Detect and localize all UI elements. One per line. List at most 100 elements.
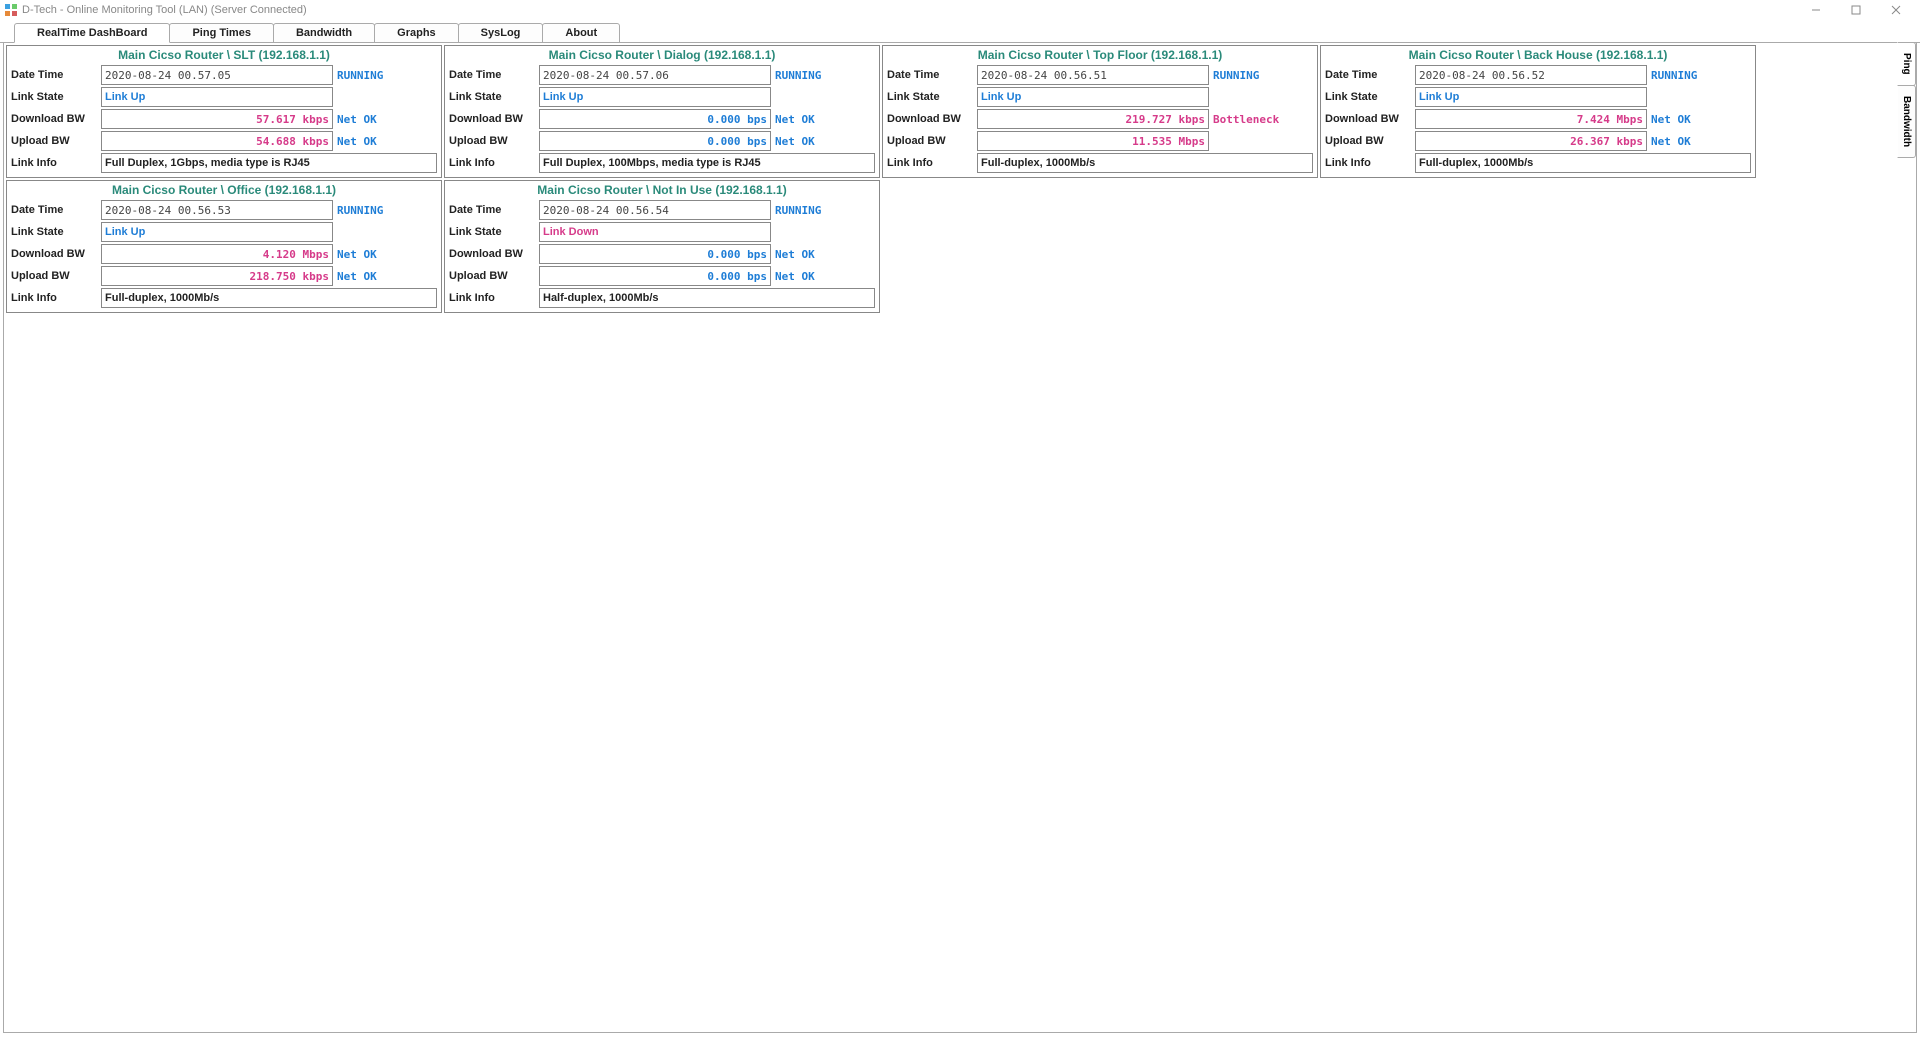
sidetab-bandwidth[interactable]: Bandwidth xyxy=(1897,85,1916,158)
monitor-panel: Main Cicso Router \ Dialog (192.168.1.1)… xyxy=(444,45,880,178)
window-title: D-Tech - Online Monitoring Tool (LAN) (S… xyxy=(22,4,307,16)
panel-title: Main Cicso Router \ Top Floor (192.168.1… xyxy=(883,46,1317,64)
value-downloadbw: 0.000 bps xyxy=(539,109,771,129)
label-datetime: Date Time xyxy=(887,69,973,81)
side-tabbar: Ping Bandwidth xyxy=(1897,42,1916,157)
label-uploadbw: Upload BW xyxy=(11,270,97,282)
status-running: RUNNING xyxy=(775,204,869,217)
monitor-panel: Main Cicso Router \ Back House (192.168.… xyxy=(1320,45,1756,178)
value-downloadbw: 57.617 kbps xyxy=(101,109,333,129)
monitor-panel: Main Cicso Router \ Top Floor (192.168.1… xyxy=(882,45,1318,178)
label-uploadbw: Upload BW xyxy=(11,135,97,147)
label-linkinfo: Link Info xyxy=(449,292,535,304)
label-downloadbw: Download BW xyxy=(449,248,535,260)
value-downloadbw: 0.000 bps xyxy=(539,244,771,264)
tab-bandwidth[interactable]: Bandwidth xyxy=(273,23,375,43)
label-datetime: Date Time xyxy=(11,204,97,216)
status-download: Net OK xyxy=(337,113,431,126)
value-linkinfo: Full-duplex, 1000Mb/s xyxy=(101,288,437,308)
value-linkstate: Link Up xyxy=(1415,87,1647,107)
status-download: Net OK xyxy=(337,248,431,261)
value-datetime: 2020-08-24 00.56.52 xyxy=(1415,65,1647,85)
panel-title: Main Cicso Router \ SLT (192.168.1.1) xyxy=(7,46,441,64)
label-downloadbw: Download BW xyxy=(1325,113,1411,125)
label-linkstate: Link State xyxy=(1325,91,1411,103)
window-titlebar: D-Tech - Online Monitoring Tool (LAN) (S… xyxy=(0,0,1920,20)
tab-syslog[interactable]: SysLog xyxy=(458,23,544,43)
value-uploadbw: 0.000 bps xyxy=(539,266,771,286)
value-uploadbw: 11.535 Mbps xyxy=(977,131,1209,151)
label-linkstate: Link State xyxy=(449,226,535,238)
label-datetime: Date Time xyxy=(449,204,535,216)
label-downloadbw: Download BW xyxy=(11,113,97,125)
status-upload: Net OK xyxy=(775,135,869,148)
label-linkinfo: Link Info xyxy=(449,157,535,169)
value-linkstate: Link Up xyxy=(977,87,1209,107)
status-download: Bottleneck xyxy=(1213,113,1307,126)
value-linkstate: Link Up xyxy=(101,222,333,242)
status-running: RUNNING xyxy=(775,69,869,82)
value-datetime: 2020-08-24 00.56.54 xyxy=(539,200,771,220)
tab-realtime-dashboard[interactable]: RealTime DashBoard xyxy=(14,23,170,43)
value-uploadbw: 0.000 bps xyxy=(539,131,771,151)
panel-title: Main Cicso Router \ Back House (192.168.… xyxy=(1321,46,1755,64)
value-linkstate: Link Up xyxy=(101,87,333,107)
panel-title: Main Cicso Router \ Office (192.168.1.1) xyxy=(7,181,441,199)
label-linkstate: Link State xyxy=(11,91,97,103)
label-linkinfo: Link Info xyxy=(887,157,973,169)
minimize-button[interactable] xyxy=(1796,0,1836,20)
status-upload: Net OK xyxy=(337,135,431,148)
label-linkstate: Link State xyxy=(887,91,973,103)
value-linkinfo: Full-duplex, 1000Mb/s xyxy=(977,153,1313,173)
label-uploadbw: Upload BW xyxy=(887,135,973,147)
status-upload: Net OK xyxy=(337,270,431,283)
maximize-button[interactable] xyxy=(1836,0,1876,20)
label-linkstate: Link State xyxy=(449,91,535,103)
value-datetime: 2020-08-24 00.57.06 xyxy=(539,65,771,85)
status-running: RUNNING xyxy=(1213,69,1307,82)
value-linkstate: Link Down xyxy=(539,222,771,242)
main-tabbar: RealTime DashBoard Ping Times Bandwidth … xyxy=(0,20,1920,43)
label-downloadbw: Download BW xyxy=(887,113,973,125)
monitor-panel: Main Cicso Router \ SLT (192.168.1.1) Dat… xyxy=(6,45,442,178)
label-linkinfo: Link Info xyxy=(11,157,97,169)
status-download: Net OK xyxy=(775,248,869,261)
value-linkinfo: Full Duplex, 100Mbps, media type is RJ45 xyxy=(539,153,875,173)
value-downloadbw: 7.424 Mbps xyxy=(1415,109,1647,129)
value-datetime: 2020-08-24 00.56.53 xyxy=(101,200,333,220)
panel-container: Main Cicso Router \ SLT (192.168.1.1) Dat… xyxy=(4,43,1890,315)
tab-about[interactable]: About xyxy=(542,23,620,43)
app-icon xyxy=(4,3,18,17)
monitor-panel: Main Cicso Router \ Office (192.168.1.1)… xyxy=(6,180,442,313)
status-download: Net OK xyxy=(775,113,869,126)
label-downloadbw: Download BW xyxy=(11,248,97,260)
value-linkinfo: Half-duplex, 1000Mb/s xyxy=(539,288,875,308)
value-downloadbw: 219.727 kbps xyxy=(977,109,1209,129)
sidetab-ping[interactable]: Ping xyxy=(1897,42,1916,86)
close-button[interactable] xyxy=(1876,0,1916,20)
label-linkinfo: Link Info xyxy=(1325,157,1411,169)
tab-ping-times[interactable]: Ping Times xyxy=(169,23,273,43)
value-downloadbw: 4.120 Mbps xyxy=(101,244,333,264)
value-linkinfo: Full-duplex, 1000Mb/s xyxy=(1415,153,1751,173)
content-area: Main Cicso Router \ SLT (192.168.1.1) Dat… xyxy=(3,43,1917,1033)
label-downloadbw: Download BW xyxy=(449,113,535,125)
label-datetime: Date Time xyxy=(1325,69,1411,81)
status-running: RUNNING xyxy=(1651,69,1745,82)
panel-title: Main Cicso Router \ Dialog (192.168.1.1) xyxy=(445,46,879,64)
tab-graphs[interactable]: Graphs xyxy=(374,23,459,43)
label-uploadbw: Upload BW xyxy=(449,270,535,282)
value-uploadbw: 54.688 kbps xyxy=(101,131,333,151)
panel-title: Main Cicso Router \ Not In Use (192.168.… xyxy=(445,181,879,199)
value-datetime: 2020-08-24 00.56.51 xyxy=(977,65,1209,85)
value-linkinfo: Full Duplex, 1Gbps, media type is RJ45 xyxy=(101,153,437,173)
label-uploadbw: Upload BW xyxy=(449,135,535,147)
label-uploadbw: Upload BW xyxy=(1325,135,1411,147)
status-upload: Net OK xyxy=(775,270,869,283)
monitor-panel: Main Cicso Router \ Not In Use (192.168.… xyxy=(444,180,880,313)
label-datetime: Date Time xyxy=(11,69,97,81)
status-running: RUNNING xyxy=(337,69,431,82)
value-datetime: 2020-08-24 00.57.05 xyxy=(101,65,333,85)
label-linkstate: Link State xyxy=(11,226,97,238)
value-uploadbw: 218.750 kbps xyxy=(101,266,333,286)
